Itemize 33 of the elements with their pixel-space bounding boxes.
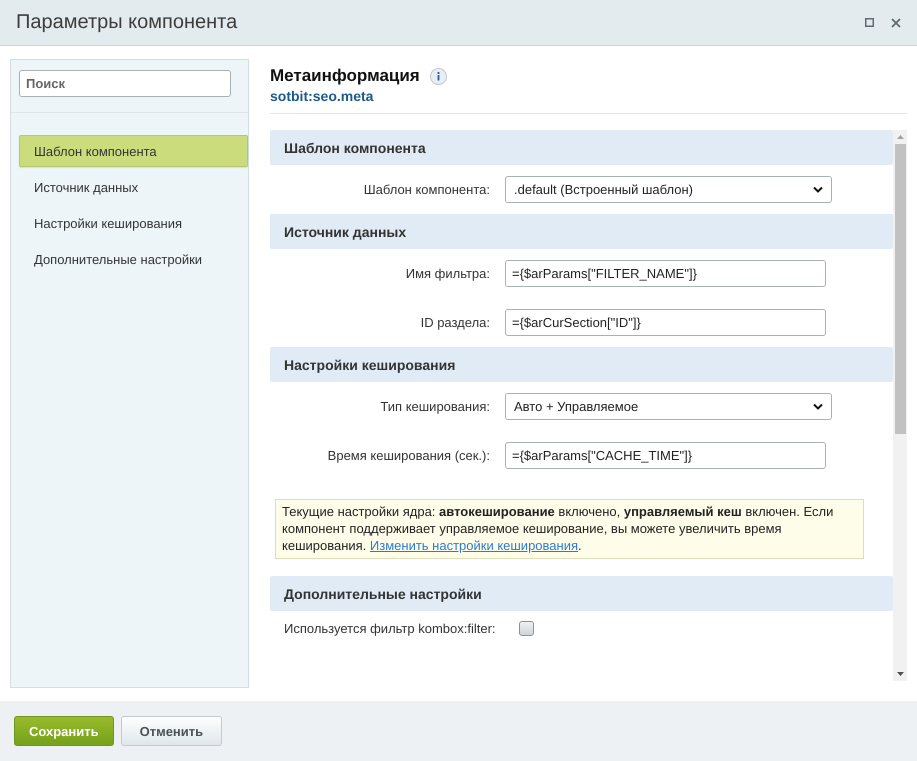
close-icon[interactable] — [891, 18, 901, 28]
select-field[interactable]: .default (Встроенный шаблон) — [505, 176, 832, 203]
field-label: Имя фильтра: — [404, 266, 491, 281]
cache-notice: Текущие настройки ядра: автокеширование включено, управляемый кеш включен. Если компонент поддерживает управляемое кеширование, вы можете увеличить время кеширования. Изменить настройки кеширования. — [275, 499, 864, 559]
search-field[interactable]: Поиск — [19, 70, 231, 97]
field-label: Время кеширования (сек.): — [326, 448, 491, 463]
section-header: Дополнительные настройки — [270, 576, 893, 611]
chevron-icon — [813, 186, 823, 193]
field-label: Шаблон компонента: — [362, 182, 491, 197]
cancel-button[interactable]: Отменить — [120, 716, 222, 746]
input-field[interactable]: ={$arParams["FILTER_NAME"]} — [505, 260, 826, 287]
section-header: Источник данных — [270, 214, 893, 249]
field-label: Тип кеширования: — [379, 399, 491, 414]
sidebar-item[interactable]: Источник данных — [19, 171, 248, 203]
checkbox[interactable] — [519, 621, 534, 636]
chevron-icon — [813, 403, 823, 410]
field-label: ID раздела: — [420, 315, 491, 330]
component-id: sotbit:seo.meta — [270, 88, 374, 104]
maximize-icon[interactable] — [865, 18, 874, 27]
page-title: Метаинформация — [270, 66, 420, 86]
settings-link[interactable]: Изменить настройки кеширования — [370, 538, 578, 553]
sidebar-item[interactable]: Дополнительные настройки — [19, 243, 248, 275]
window-title: Параметры компонента — [16, 11, 238, 34]
input-field[interactable]: ={$arCurSection["ID"]} — [505, 309, 826, 336]
scroll-down-icon[interactable] — [896, 672, 904, 676]
input-field[interactable]: ={$arParams["CACHE_TIME"]} — [505, 442, 826, 469]
select-field[interactable]: Авто + Управляемое — [505, 393, 832, 420]
info-icon[interactable] — [430, 68, 447, 84]
section-header: Шаблон компонента — [270, 130, 893, 165]
field-label: Используется фильтр kombox:filter: — [284, 621, 497, 636]
sidebar-item[interactable]: Настройки кеширования — [19, 207, 248, 239]
sidebar-item[interactable]: Шаблон компонента — [19, 135, 248, 167]
section-header: Настройки кеширования — [270, 347, 893, 382]
